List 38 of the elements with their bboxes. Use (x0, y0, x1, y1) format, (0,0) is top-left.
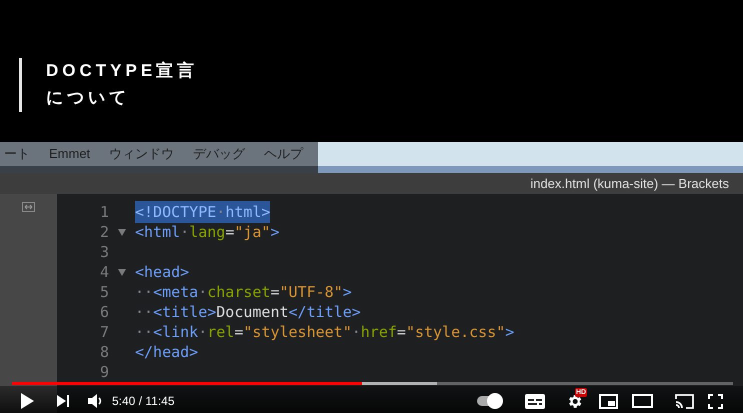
code-line: ··<meta·charset="UTF-8"> (135, 282, 352, 303)
code-line: ··<link·rel="stylesheet"·href="style.css"> (135, 322, 514, 343)
autoplay-toggle[interactable] (477, 396, 501, 406)
menu-item[interactable]: ヘルプ (264, 144, 304, 164)
title-card-text: DOCTYPE宣言 (46, 60, 198, 82)
miniplayer-icon[interactable] (599, 394, 618, 408)
menu-item[interactable]: デバッグ (193, 144, 246, 164)
subtitles-icon[interactable] (525, 394, 545, 408)
code-line: ··<title>Document</title> (135, 302, 361, 323)
line-number: 2 (98, 222, 109, 243)
menu-item[interactable]: ウィンドウ (109, 144, 174, 164)
code-line: <head> (135, 262, 190, 283)
line-number: 5 (98, 282, 109, 303)
line-number: 8 (98, 342, 109, 363)
resize-icon[interactable] (22, 202, 35, 212)
menu-item[interactable]: Emmet (49, 144, 90, 164)
line-number: 1 (98, 202, 109, 223)
line-number: 7 (98, 322, 109, 343)
progress-track[interactable] (12, 382, 733, 385)
fold-arrow-icon[interactable] (118, 228, 126, 236)
fold-arrow-icon[interactable] (118, 268, 126, 276)
cast-icon[interactable] (675, 394, 694, 408)
time-display: 5:40 / 11:45 (112, 393, 174, 410)
line-number: 6 (98, 302, 109, 323)
fullscreen-icon[interactable] (708, 394, 723, 408)
next-icon[interactable] (57, 395, 69, 407)
window-title: index.html (kuma-site) — Brackets (530, 174, 729, 193)
line-number: 4 (98, 262, 109, 283)
theater-icon[interactable] (632, 394, 653, 408)
code-line: <html·lang="ja"> (135, 222, 280, 243)
code-line: </head> (135, 342, 198, 363)
line-number: 3 (98, 242, 109, 263)
title-card-text: について (46, 87, 131, 109)
play-icon[interactable] (20, 393, 34, 409)
line-number: 9 (98, 362, 109, 383)
menu-item[interactable]: ート (4, 144, 30, 164)
settings-icon[interactable] (566, 392, 583, 410)
volume-icon[interactable] (88, 394, 102, 408)
